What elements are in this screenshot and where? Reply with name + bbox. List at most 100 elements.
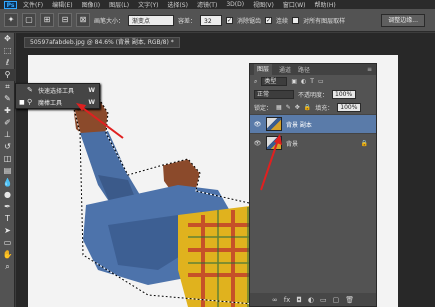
filter-type-icon[interactable]: T xyxy=(310,78,314,85)
intersect-selection-icon[interactable]: ⊠ xyxy=(76,13,90,27)
lock-paint-icon[interactable]: ✎ xyxy=(286,104,291,111)
new-group-icon[interactable]: ▭ xyxy=(320,296,327,304)
layer-thumbnail xyxy=(266,136,282,150)
flyout-item-label: 快速选择工具 xyxy=(38,87,75,95)
menu-file[interactable]: 文件(F) xyxy=(23,0,43,9)
sample-size-label: 画笔大小： xyxy=(94,17,125,25)
layer-style-icon[interactable]: fx xyxy=(284,296,291,304)
layer-row[interactable]: 👁 背景 🔒 xyxy=(250,133,376,152)
opacity-label: 不透明度： xyxy=(298,92,329,99)
add-mask-icon[interactable]: ◘ xyxy=(296,296,302,304)
magic-wand-tool-icon[interactable]: ⚲ xyxy=(0,69,15,81)
subtract-selection-icon[interactable]: ⊟ xyxy=(58,13,72,27)
tab-layers[interactable]: 图层 xyxy=(254,64,273,75)
menu-select[interactable]: 选择(S) xyxy=(167,0,188,9)
blend-row: 正常 不透明度： 100% xyxy=(250,88,376,101)
lock-all-icon[interactable]: 🔒 xyxy=(304,104,311,111)
tool-flyout-menu: ✎ 快速选择工具 W ■ ⚲ 魔棒工具 W xyxy=(15,83,100,109)
adjustment-layer-icon[interactable]: ◐ xyxy=(308,296,314,304)
toolbox: ✥ ⬚ ℓ ⚲ ⌗ ✎ ✚ ✐ ⊥ ↺ ◫ ▤ 💧 ● ✒ T ➤ ▭ ✋ ⌕ xyxy=(0,33,15,307)
fill-input[interactable]: 100% xyxy=(337,103,362,112)
flyout-item-quick-selection[interactable]: ✎ 快速选择工具 W xyxy=(16,84,99,96)
tab-channels[interactable]: 通道 xyxy=(279,65,291,74)
lock-pixels-icon[interactable]: ▦ xyxy=(276,104,282,111)
photoshop-logo: Ps xyxy=(4,0,17,9)
options-bar: ✦ ▢ ⊞ ⊟ ⊠ 画笔大小： 渐变点 容差： 32 ✓ 消除锯齿 ✓ 连续 对… xyxy=(0,9,435,32)
lasso-tool-icon[interactable]: ℓ xyxy=(0,57,15,69)
filter-adjust-icon[interactable]: ◐ xyxy=(301,78,306,85)
shape-tool-icon[interactable]: ▭ xyxy=(0,237,15,249)
contiguous-label: 连续 xyxy=(276,17,289,25)
dodge-tool-icon[interactable]: ● xyxy=(0,189,15,201)
contiguous-checkbox[interactable]: ✓ xyxy=(265,16,273,24)
tool-preset-icon[interactable]: ✦ xyxy=(4,13,18,27)
marquee-tool-icon[interactable]: ⬚ xyxy=(0,45,15,57)
quick-selection-icon: ✎ xyxy=(27,86,33,94)
visibility-eye-icon[interactable]: 👁 xyxy=(253,140,262,147)
type-tool-icon[interactable]: T xyxy=(0,213,15,225)
layers-panel: 图层 通道 路径 ≡ ⌕ 类型 ▣ ◐ T ▭ 正常 不透明度： 100% 锁定… xyxy=(249,63,377,307)
flyout-item-shortcut: W xyxy=(88,98,95,106)
tolerance-label: 容差： xyxy=(178,17,197,25)
document-tab[interactable]: 50597afabdeb.jpg @ 84.6% (背景 副本, RGB/8) … xyxy=(24,37,180,48)
filter-pixel-icon[interactable]: ▣ xyxy=(291,78,297,85)
history-brush-icon[interactable]: ↺ xyxy=(0,141,15,153)
brush-tool-icon[interactable]: ✐ xyxy=(0,117,15,129)
menu-view[interactable]: 视图(V) xyxy=(253,0,274,9)
lock-move-icon[interactable]: ✥ xyxy=(295,104,300,111)
healing-tool-icon[interactable]: ✚ xyxy=(0,105,15,117)
panel-menu-icon[interactable]: ≡ xyxy=(367,66,372,73)
blend-mode-select[interactable]: 正常 xyxy=(254,90,294,99)
layers-panel-footer: ∞ fx ◘ ◐ ▭ ▢ 🗑 xyxy=(250,293,376,306)
add-selection-icon[interactable]: ⊞ xyxy=(40,13,54,27)
lock-label: 锁定： xyxy=(254,105,273,112)
gradient-tool-icon[interactable]: ▤ xyxy=(0,165,15,177)
flyout-item-shortcut: W xyxy=(88,86,95,94)
eyedropper-tool-icon[interactable]: ✎ xyxy=(0,93,15,105)
stamp-tool-icon[interactable]: ⊥ xyxy=(0,129,15,141)
all-layers-checkbox[interactable] xyxy=(292,16,300,24)
opacity-input[interactable]: 100% xyxy=(332,90,357,99)
pen-tool-icon[interactable]: ✒ xyxy=(0,201,15,213)
delete-layer-icon[interactable]: 🗑 xyxy=(345,296,354,304)
antialias-checkbox[interactable]: ✓ xyxy=(226,16,234,24)
zoom-tool-icon[interactable]: ⌕ xyxy=(0,261,15,273)
menu-help[interactable]: 帮助(H) xyxy=(315,0,336,9)
flyout-item-magic-wand[interactable]: ■ ⚲ 魔棒工具 W xyxy=(16,96,99,108)
flyout-item-label: 魔棒工具 xyxy=(38,99,63,107)
layer-name: 背景 副本 xyxy=(286,121,312,129)
all-layers-label: 对所有图层取样 xyxy=(303,17,346,25)
menu-image[interactable]: 图像(I) xyxy=(82,0,100,9)
menu-3d[interactable]: 3D(D) xyxy=(226,1,244,8)
tolerance-input[interactable]: 32 xyxy=(200,14,223,26)
layer-lock-icon: 🔒 xyxy=(360,139,368,147)
antialias-label: 消除锯齿 xyxy=(237,17,262,25)
menu-window[interactable]: 窗口(W) xyxy=(283,0,306,9)
filter-row: ⌕ 类型 ▣ ◐ T ▭ xyxy=(250,75,376,88)
crop-tool-icon[interactable]: ⌗ xyxy=(0,81,15,93)
layer-kind-select[interactable]: 类型 xyxy=(261,77,288,86)
filter-shape-icon[interactable]: ▭ xyxy=(318,78,324,85)
move-tool-icon[interactable]: ✥ xyxy=(0,33,15,45)
menu-filter[interactable]: 滤镜(T) xyxy=(197,0,217,9)
menu-edit[interactable]: 编辑(E) xyxy=(52,0,72,9)
path-select-icon[interactable]: ➤ xyxy=(0,225,15,237)
selected-bullet-icon: ■ xyxy=(19,98,25,106)
filter-search-icon: ⌕ xyxy=(254,77,258,85)
link-layers-icon[interactable]: ∞ xyxy=(272,296,278,304)
visibility-eye-icon[interactable]: 👁 xyxy=(253,121,262,128)
new-selection-icon[interactable]: ▢ xyxy=(22,13,36,27)
menu-layer[interactable]: 图层(L) xyxy=(109,0,129,9)
magic-wand-icon: ⚲ xyxy=(27,98,33,106)
layer-thumbnail xyxy=(266,117,282,131)
new-layer-icon[interactable]: ▢ xyxy=(333,296,340,304)
layer-row[interactable]: 👁 背景 副本 xyxy=(250,114,376,133)
sample-size-select[interactable]: 渐变点 xyxy=(128,14,175,26)
hand-tool-icon[interactable]: ✋ xyxy=(0,249,15,261)
fill-label: 填充： xyxy=(315,105,334,112)
menu-type[interactable]: 文字(Y) xyxy=(138,0,158,9)
refine-edge-button[interactable]: 调整边缘... xyxy=(381,13,425,27)
blur-tool-icon[interactable]: 💧 xyxy=(0,177,15,189)
tab-paths[interactable]: 路径 xyxy=(298,65,310,74)
eraser-tool-icon[interactable]: ◫ xyxy=(0,153,15,165)
